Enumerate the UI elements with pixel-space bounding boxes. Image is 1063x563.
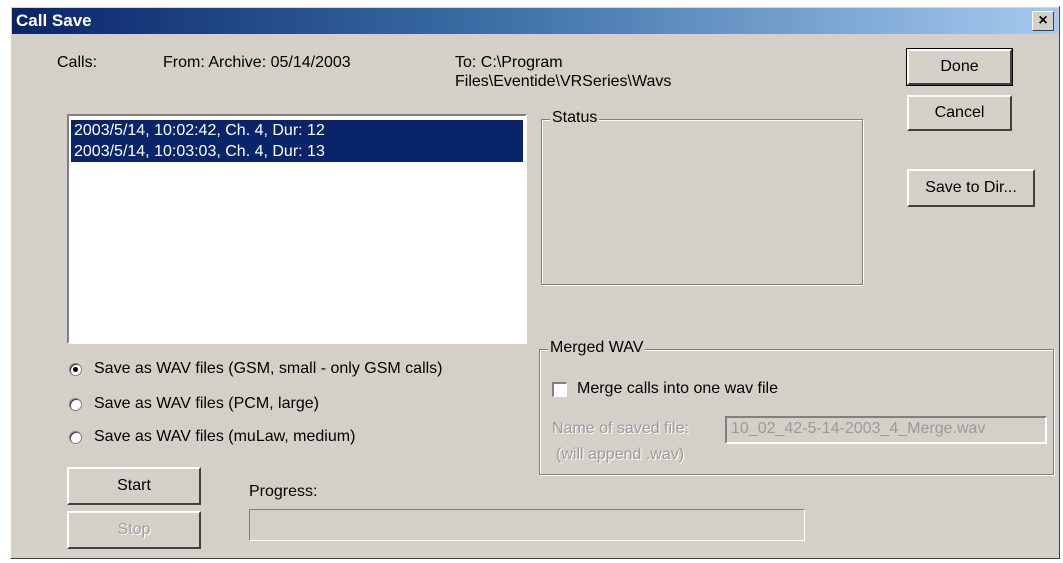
stop-button-label: Stop [117,521,151,538]
radio-save-pcm[interactable]: Save as WAV files (PCM, large) [69,395,319,413]
done-button-label: Done [940,58,979,75]
radio-pcm-indicator[interactable] [69,397,82,411]
merged-wav-group-label: Merged WAV [548,339,646,357]
done-button[interactable]: Done [906,48,1013,86]
progress-label: Progress: [249,483,318,500]
cancel-button-label: Cancel [934,104,985,121]
start-button[interactable]: Start [67,467,201,505]
saved-file-name-field[interactable]: 10_02_42-5-14-2003_4_Merge.wav [725,416,1047,444]
status-group-label: Status [550,109,600,127]
merge-calls-checkbox-row[interactable]: Merge calls into one wav file [552,380,778,398]
progress-bar [249,509,805,541]
saved-file-name-label: Name of saved file: [552,420,689,437]
window-title: Call Save [16,11,92,30]
merged-wav-group: Merged WAV Merge calls into one wav file… [539,339,1054,475]
save-to-dir-button[interactable]: Save to Dir... [907,169,1035,207]
radio-save-mulaw[interactable]: Save as WAV files (muLaw, medium) [69,428,355,446]
calls-listbox[interactable]: 2003/5/14, 10:02:42, Ch. 4, Dur: 12 2003… [67,114,527,344]
close-icon: × [1038,12,1048,29]
radio-mulaw-indicator[interactable] [69,430,82,444]
append-note: (will append .wav) [556,446,685,463]
save-to-dir-button-label: Save to Dir... [925,179,1017,196]
list-item[interactable]: 2003/5/14, 10:03:03, Ch. 4, Dur: 13 [71,141,523,162]
stop-button[interactable]: Stop [67,511,201,549]
merge-calls-label: Merge calls into one wav file [577,380,778,397]
call-save-dialog: Call Save × Calls: From: Archive: 05/14/… [10,6,1060,559]
calls-label: Calls: [57,54,98,71]
from-archive-text: From: Archive: 05/14/2003 [163,54,351,71]
to-path-line-2: Files\Eventide\VRSeries\Wavs [455,73,672,90]
to-path-line-1: To: C:\Program [455,54,563,71]
list-item[interactable]: 2003/5/14, 10:02:42, Ch. 4, Dur: 12 [71,120,523,141]
radio-save-gsm[interactable]: Save as WAV files (GSM, small - only GSM… [69,360,443,378]
close-button[interactable]: × [1032,11,1054,31]
radio-save-gsm-label: Save as WAV files (GSM, small - only GSM… [94,360,443,377]
radio-save-mulaw-label: Save as WAV files (muLaw, medium) [94,428,356,445]
cancel-button[interactable]: Cancel [907,95,1012,131]
start-button-label: Start [117,477,151,494]
radio-gsm-indicator[interactable] [69,362,82,376]
status-group: Status [541,109,863,285]
title-bar[interactable]: Call Save × [12,8,1058,34]
radio-save-pcm-label: Save as WAV files (PCM, large) [94,395,319,412]
merge-calls-checkbox[interactable] [552,381,567,397]
